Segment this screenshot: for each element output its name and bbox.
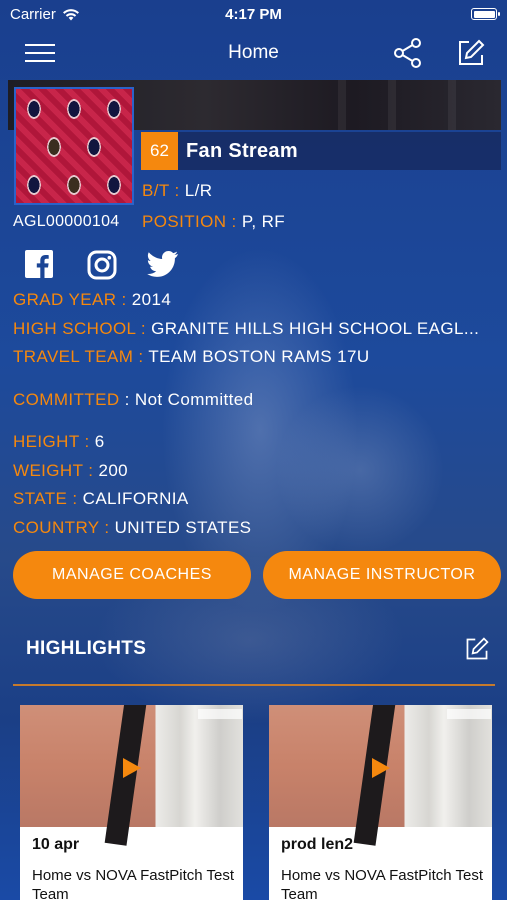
high-school-value: GRANITE HILLS HIGH SCHOOL EAGL... bbox=[151, 319, 480, 338]
grad-year-value: 2014 bbox=[131, 290, 172, 309]
status-time: 4:17 PM bbox=[225, 5, 282, 23]
grad-year-label: GRAD YEAR : bbox=[13, 290, 127, 309]
twitter-icon[interactable] bbox=[147, 250, 179, 278]
fan-stream-bar[interactable]: 62 Fan Stream bbox=[141, 132, 501, 170]
weight-value: 200 bbox=[98, 461, 129, 480]
country-label: COUNTRY : bbox=[13, 518, 110, 537]
video-thumbnail[interactable] bbox=[269, 705, 492, 846]
weight-label: WEIGHT : bbox=[13, 461, 94, 480]
state-row: STATE : CALIFORNIA bbox=[13, 489, 189, 509]
travel-team-row: TRAVEL TEAM : TEAM BOSTON RAMS 17U bbox=[13, 347, 370, 367]
highlight-title: prod len2 bbox=[281, 836, 354, 853]
travel-team-value: TEAM BOSTON RAMS 17U bbox=[148, 347, 370, 366]
facebook-icon[interactable] bbox=[25, 250, 57, 278]
manage-coaches-button[interactable]: MANAGE COACHES bbox=[13, 551, 251, 599]
committed-row: COMMITTED : Not Committed bbox=[13, 390, 253, 410]
position-label: POSITION : bbox=[142, 212, 237, 231]
video-thumbnail[interactable] bbox=[20, 705, 243, 846]
height-label: HEIGHT : bbox=[13, 432, 90, 451]
thumbnail-logo bbox=[447, 709, 491, 719]
grad-year-row: GRAD YEAR : 2014 bbox=[13, 290, 171, 310]
country-row: COUNTRY : UNITED STATES bbox=[13, 518, 251, 538]
menu-icon[interactable] bbox=[25, 38, 55, 68]
committed-label: COMMITTED bbox=[13, 390, 120, 409]
bt-row: B/T : L/R bbox=[142, 181, 212, 201]
travel-team-label: TRAVEL TEAM : bbox=[13, 347, 144, 366]
battery-icon bbox=[471, 8, 500, 20]
position-row: POSITION : P, RF bbox=[142, 212, 285, 232]
play-icon[interactable] bbox=[123, 758, 141, 778]
state-label: STATE : bbox=[13, 489, 78, 508]
fan-count-badge: 62 bbox=[141, 132, 178, 170]
bt-value: L/R bbox=[184, 181, 213, 200]
play-icon[interactable] bbox=[372, 758, 390, 778]
high-school-label: HIGH SCHOOL : bbox=[13, 319, 147, 338]
state-value: CALIFORNIA bbox=[82, 489, 189, 508]
instagram-icon[interactable] bbox=[87, 250, 117, 280]
position-value: P, RF bbox=[241, 212, 286, 231]
highlights-edit-icon[interactable] bbox=[464, 636, 490, 662]
committed-value: : Not Committed bbox=[124, 390, 254, 409]
height-value: 6 bbox=[94, 432, 105, 451]
highlights-title: HIGHLIGHTS bbox=[26, 638, 147, 659]
thumbnail-logo bbox=[198, 709, 242, 719]
highlight-subtitle: Home vs NOVA FastPitch Test Team bbox=[281, 867, 484, 900]
share-icon[interactable] bbox=[393, 38, 423, 68]
highlight-card[interactable]: 10 apr Home vs NOVA FastPitch Test Team bbox=[20, 705, 243, 900]
height-row: HEIGHT : 6 bbox=[13, 432, 105, 452]
fan-stream-label: Fan Stream bbox=[186, 139, 298, 162]
player-id: AGL00000104 bbox=[13, 213, 120, 230]
page-title: Home bbox=[228, 42, 279, 63]
highlight-title: 10 apr bbox=[32, 836, 80, 853]
highlights-divider bbox=[13, 684, 495, 686]
highlight-subtitle: Home vs NOVA FastPitch Test Team bbox=[32, 867, 235, 900]
bt-label: B/T : bbox=[142, 181, 180, 200]
nav-bar: Home bbox=[0, 28, 507, 78]
avatar[interactable] bbox=[14, 87, 134, 205]
manage-instructor-button[interactable]: MANAGE INSTRUCTOR bbox=[263, 551, 501, 599]
status-bar: Carrier 4:17 PM bbox=[0, 0, 507, 28]
weight-row: WEIGHT : 200 bbox=[13, 461, 128, 481]
highlight-card[interactable]: prod len2 Home vs NOVA FastPitch Test Te… bbox=[269, 705, 492, 900]
country-value: UNITED STATES bbox=[114, 518, 252, 537]
edit-icon[interactable] bbox=[456, 38, 486, 68]
social-links bbox=[25, 250, 179, 280]
high-school-row: HIGH SCHOOL : GRANITE HILLS HIGH SCHOOL … bbox=[13, 319, 479, 339]
